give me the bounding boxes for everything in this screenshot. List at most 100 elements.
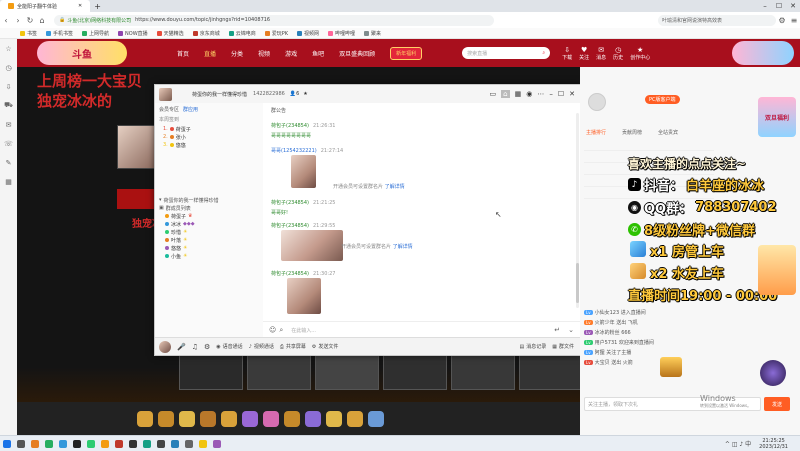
stream-thumb[interactable]	[179, 354, 243, 390]
taskbar-app-icon[interactable]	[126, 437, 140, 451]
close-window-icon[interactable]: ✕	[786, 0, 800, 12]
star-group-icon[interactable]: ★	[303, 91, 307, 97]
message-sender[interactable]: 荷包子(234854)	[271, 123, 309, 129]
taskbar-app-icon[interactable]	[28, 437, 42, 451]
promo-card[interactable]	[758, 245, 796, 295]
home-icon[interactable]: ⌂	[36, 16, 48, 25]
panel-tab[interactable]: 主播排行	[586, 129, 606, 136]
history-watch-icon[interactable]: ◷ 历史	[613, 46, 623, 61]
nav-item-home[interactable]: 首页	[177, 49, 189, 58]
gift-item[interactable]	[242, 410, 258, 427]
chat-history-button[interactable]: ▤ 消息记录	[520, 343, 547, 351]
site-search-input[interactable]: 搜索直播 ⌕	[462, 47, 551, 59]
stream-thumb[interactable]	[451, 354, 515, 390]
back-icon[interactable]: ‹	[0, 16, 12, 25]
windows-start-icon[interactable]	[0, 437, 14, 451]
chat-image[interactable]	[291, 155, 316, 188]
nav-item-yuba[interactable]: 鱼吧	[312, 49, 324, 58]
gift-item[interactable]	[284, 410, 300, 427]
member-item[interactable]: 悠悠 ☀	[165, 244, 259, 252]
clock[interactable]: 21:25:25 2023/12/31	[759, 438, 788, 450]
minimize-window-icon[interactable]: –	[758, 0, 772, 12]
chat-scrollbar[interactable]	[576, 113, 579, 308]
stream-thumb[interactable]	[383, 354, 447, 390]
speaker-icon[interactable]: ♫	[192, 343, 198, 351]
danmaku-send-button[interactable]: 发送	[764, 397, 790, 411]
vip-learn-more-link[interactable]: 了解详情	[393, 244, 413, 250]
app-grid-icon[interactable]: ▦	[515, 90, 522, 98]
gift-item[interactable]	[368, 410, 384, 427]
member-item[interactable]: 荷蛋子 ♛	[165, 212, 259, 220]
menu-icon[interactable]: ≡	[788, 16, 800, 25]
gift-item[interactable]	[200, 410, 216, 427]
taskbar-app-icon[interactable]	[84, 437, 98, 451]
rank-item[interactable]: 1. 荷蛋子	[163, 125, 255, 133]
chat-icon[interactable]: ☏	[0, 134, 17, 153]
member-item[interactable]: 小鱼 ☀	[165, 252, 259, 260]
taskbar-app-icon[interactable]	[112, 437, 126, 451]
taskbar-app-icon[interactable]	[140, 437, 154, 451]
taskbar-app-icon[interactable]	[42, 437, 56, 451]
gift-item[interactable]	[221, 410, 237, 427]
send-file-button[interactable]: ⚙ 发送文件	[312, 343, 339, 351]
taskbar-app-icon[interactable]	[154, 437, 168, 451]
gift-item[interactable]	[263, 410, 279, 427]
group-apps-tab[interactable]: 群应用	[183, 106, 198, 113]
message-sender[interactable]: 哥哥(1254232221)	[271, 148, 317, 154]
qq-close-icon[interactable]: ✕	[569, 90, 575, 98]
panel-tab[interactable]: 贡献周榜	[622, 129, 642, 136]
new-tab-button[interactable]: +	[94, 2, 101, 11]
stream-thumb[interactable]	[247, 354, 311, 390]
taskbar-app-icon[interactable]	[196, 437, 210, 451]
taskbar-app-icon[interactable]	[168, 437, 182, 451]
taskbar-app-icon[interactable]	[14, 437, 28, 451]
bookmark-item[interactable]: 京东商城	[192, 30, 220, 37]
bookmark-item[interactable]: 视频网	[297, 30, 319, 37]
download-app-icon[interactable]: ⇩ 下载	[562, 46, 572, 61]
star-icon[interactable]: ☆	[0, 39, 17, 58]
browser-search-field[interactable]: 叶瑜清和官网说演特高效表	[658, 14, 776, 26]
nav-item-games[interactable]: 游戏	[285, 49, 297, 58]
send-options-icon[interactable]: ⌄	[568, 326, 574, 334]
taskbar-app-icon[interactable]	[70, 437, 84, 451]
bookmark-item[interactable]: 哔哩哔哩	[328, 30, 355, 37]
qq-group-chat-window[interactable]: 荷蛋你的我一样懂得珍惜 1422822986 👤 6 ★ ▭ ⌂ ▦ ◉ ⋯ –…	[154, 84, 581, 356]
group-files-button[interactable]: ▦ 群文件	[552, 343, 574, 351]
url-field[interactable]: 🔒 斗鱼(北京)网络科技有限公司 https://www.douyu.com/t…	[54, 14, 494, 26]
treasure-chest-icon[interactable]	[660, 357, 682, 377]
search-icon[interactable]: ⌕	[542, 50, 545, 56]
taskbar-app-icon[interactable]	[182, 437, 196, 451]
note-icon[interactable]: ✎	[0, 153, 17, 172]
close-tab-icon[interactable]: ✕	[78, 3, 82, 9]
bookmark-item[interactable]: 上网导航	[82, 30, 109, 37]
nav-item-video[interactable]: 视频	[258, 49, 270, 58]
stream-thumb[interactable]	[519, 354, 583, 390]
message-input[interactable]: 在此输入...	[291, 327, 554, 334]
bookmark-item[interactable]: NOW直播	[118, 30, 148, 37]
follow-icon[interactable]: ♥ 关注	[579, 46, 589, 61]
member-item[interactable]: 冰冰 ◆◆◆	[165, 220, 259, 228]
gift-item[interactable]	[137, 410, 153, 427]
stream-thumb[interactable]	[315, 354, 379, 390]
voice-call-button[interactable]: ◉ 语音通话	[216, 343, 242, 351]
new-year-promo-badge[interactable]: 新年福利	[390, 46, 423, 60]
qq-minimize-icon[interactable]: –	[549, 90, 553, 98]
message-icon[interactable]: ✉ 消息	[596, 46, 606, 61]
history-icon[interactable]: ◷	[0, 58, 17, 77]
settings-slider-icon[interactable]: ⚙	[204, 343, 210, 351]
cart-icon[interactable]: ⛟	[0, 96, 17, 115]
pc-client-button[interactable]: PC版客户端	[645, 95, 680, 104]
panel-tab[interactable]: 全站贵宾	[658, 129, 678, 136]
gift-item[interactable]	[179, 410, 195, 427]
bookmark-item[interactable]: 手机书签	[46, 30, 73, 37]
event-banner[interactable]	[732, 41, 794, 65]
search-message-icon[interactable]: ⌕	[279, 326, 283, 335]
bookmark-item[interactable]: 聚来	[364, 30, 381, 37]
rank-item[interactable]: 2. 张小	[163, 133, 255, 141]
qq-titlebar[interactable]: 荷蛋你的我一样懂得珍惜 1422822986 👤 6 ★ ▭ ⌂ ▦ ◉ ⋯ –…	[155, 85, 580, 104]
nav-item-category[interactable]: 分类	[231, 49, 243, 58]
mic-icon[interactable]: 🎤	[177, 343, 186, 351]
gift-item[interactable]	[305, 410, 321, 427]
mail-icon[interactable]: ✉	[0, 115, 17, 134]
game-icon[interactable]: ◉	[526, 90, 532, 98]
